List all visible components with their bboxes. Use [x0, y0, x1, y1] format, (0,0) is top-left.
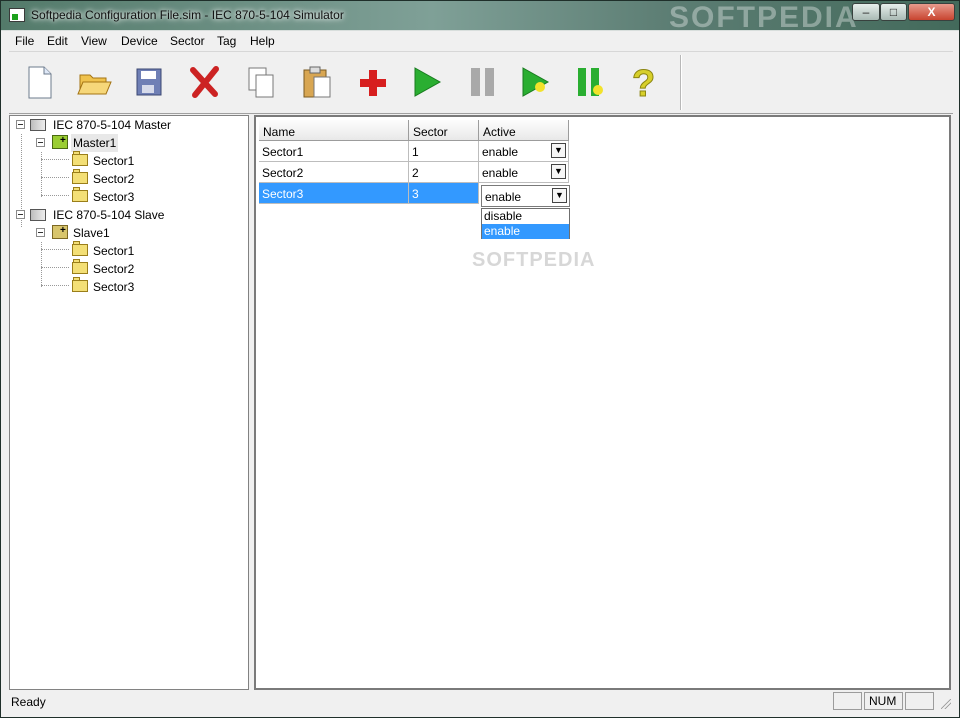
menu-file[interactable]: File	[15, 34, 34, 48]
dropdown-option-disable[interactable]: disable	[482, 209, 569, 224]
menu-sector[interactable]: Sector	[170, 34, 205, 48]
menu-bar: File Edit View Device Sector Tag Help	[9, 31, 953, 52]
tree-label-sector2: Sector2	[93, 172, 135, 186]
tree-pane: IEC 870-5-104 Master Master1 Sector1 Sec…	[9, 115, 249, 690]
resize-grip-icon[interactable]	[941, 699, 951, 709]
tree-label-sector1: Sector1	[93, 154, 135, 168]
tree-node-master-sector1[interactable]: Sector1	[10, 151, 240, 170]
status-panel-num: NUM	[864, 692, 903, 710]
dropdown-arrow-icon[interactable]: ▼	[552, 188, 567, 203]
play-all-icon[interactable]	[515, 60, 559, 104]
folder-icon	[72, 259, 88, 274]
active-dropdown-list[interactable]: disable enable	[481, 208, 570, 239]
plug-icon	[30, 209, 46, 221]
tree-node-master-sector2[interactable]: Sector2	[10, 169, 240, 188]
status-text: Ready	[11, 695, 46, 709]
active-value: enable	[482, 145, 519, 159]
plug-icon	[30, 119, 46, 131]
table-cell-sector[interactable]: 2	[409, 162, 479, 183]
status-bar: Ready NUM	[9, 691, 953, 711]
status-panel-empty	[833, 692, 862, 710]
data-grid-pane: SOFTPEDIA Name Sector Active Sector1 1 e…	[254, 115, 951, 690]
column-header-active[interactable]: Active	[479, 120, 569, 141]
minimize-button[interactable]: –	[852, 3, 880, 21]
dropdown-arrow-icon[interactable]: ▼	[551, 143, 566, 158]
active-combo-value: enable	[485, 190, 522, 204]
pause-icon[interactable]	[461, 60, 505, 104]
help-icon-glyph: ?	[632, 63, 655, 104]
toolbar: ?	[9, 52, 953, 114]
application-window: Softpedia Configuration File.sim - IEC 8…	[0, 0, 960, 718]
tree-label-slave: IEC 870-5-104 Slave	[53, 208, 165, 222]
table-cell-name[interactable]: Sector2	[259, 162, 409, 183]
tree-node-master1[interactable]: Master1	[10, 132, 240, 152]
copy-icon[interactable]	[239, 60, 283, 104]
folder-icon	[72, 241, 88, 256]
play-icon[interactable]	[405, 60, 449, 104]
menu-help[interactable]: Help	[250, 34, 275, 48]
menu-edit[interactable]: Edit	[47, 34, 68, 48]
folder-icon	[72, 187, 88, 202]
tree-label-sector3: Sector3	[93, 190, 135, 204]
title-bar[interactable]: Softpedia Configuration File.sim - IEC 8…	[1, 1, 959, 34]
table-cell-sector[interactable]: 3	[409, 183, 479, 204]
new-document-icon[interactable]	[17, 60, 61, 104]
save-disk-icon[interactable]	[127, 60, 171, 104]
tree-node-slave1[interactable]: Slave1	[10, 222, 240, 242]
collapse-icon[interactable]	[36, 228, 45, 237]
table-cell-active[interactable]: enable ▼	[479, 141, 569, 162]
table-cell-sector[interactable]: 1	[409, 141, 479, 162]
open-folder-icon[interactable]	[71, 60, 115, 104]
tree-label-sector1: Sector1	[93, 244, 135, 258]
pause-all-icon[interactable]	[569, 60, 613, 104]
add-icon[interactable]	[351, 60, 395, 104]
watermark-text: SOFTPEDIA	[669, 1, 859, 34]
tree-label-sector2: Sector2	[93, 262, 135, 276]
toolbar-separator	[680, 55, 682, 110]
device-icon	[52, 132, 68, 150]
active-combo[interactable]: enable ▼	[481, 185, 570, 207]
folder-icon	[72, 151, 88, 166]
dropdown-option-enable[interactable]: enable	[482, 224, 569, 239]
device-icon	[52, 222, 68, 240]
tree-node-slave-sector2[interactable]: Sector2	[10, 259, 240, 278]
menu-tag[interactable]: Tag	[217, 34, 236, 48]
paste-icon[interactable]	[295, 60, 339, 104]
tree-label-sector3: Sector3	[93, 280, 135, 294]
folder-icon	[72, 169, 88, 184]
column-header-name[interactable]: Name	[259, 120, 409, 141]
tree-label-slave1: Slave1	[73, 226, 110, 240]
help-icon[interactable]: ?	[623, 60, 667, 106]
folder-icon	[72, 277, 88, 292]
menu-device[interactable]: Device	[121, 34, 158, 48]
table-cell-name[interactable]: Sector3	[259, 183, 409, 204]
table-cell-active[interactable]: enable ▼	[479, 162, 569, 183]
status-panel-empty	[905, 692, 934, 710]
delete-icon[interactable]	[183, 60, 227, 104]
table-cell-name[interactable]: Sector1	[259, 141, 409, 162]
dropdown-arrow-icon[interactable]: ▼	[551, 164, 566, 179]
tree-node-master[interactable]: IEC 870-5-104 Master	[10, 116, 240, 134]
tree-label-master1: Master1	[71, 134, 119, 152]
active-value: enable	[482, 166, 519, 180]
maximize-button[interactable]: □	[880, 3, 907, 21]
collapse-icon[interactable]	[36, 138, 45, 147]
app-icon	[9, 8, 25, 22]
close-button[interactable]: X	[908, 3, 955, 21]
column-header-sector[interactable]: Sector	[409, 120, 479, 141]
collapse-icon[interactable]	[16, 120, 25, 129]
watermark: SOFTPEDIA	[472, 249, 596, 271]
tree-node-slave[interactable]: IEC 870-5-104 Slave	[10, 206, 240, 224]
tree-node-slave-sector1[interactable]: Sector1	[10, 241, 240, 260]
window-title: Softpedia Configuration File.sim - IEC 8…	[31, 8, 344, 22]
tree-node-master-sector3[interactable]: Sector3	[10, 187, 240, 206]
menu-view[interactable]: View	[81, 34, 107, 48]
tree-node-slave-sector3[interactable]: Sector3	[10, 277, 240, 296]
collapse-icon[interactable]	[16, 210, 25, 219]
tree-label-master: IEC 870-5-104 Master	[53, 118, 172, 132]
